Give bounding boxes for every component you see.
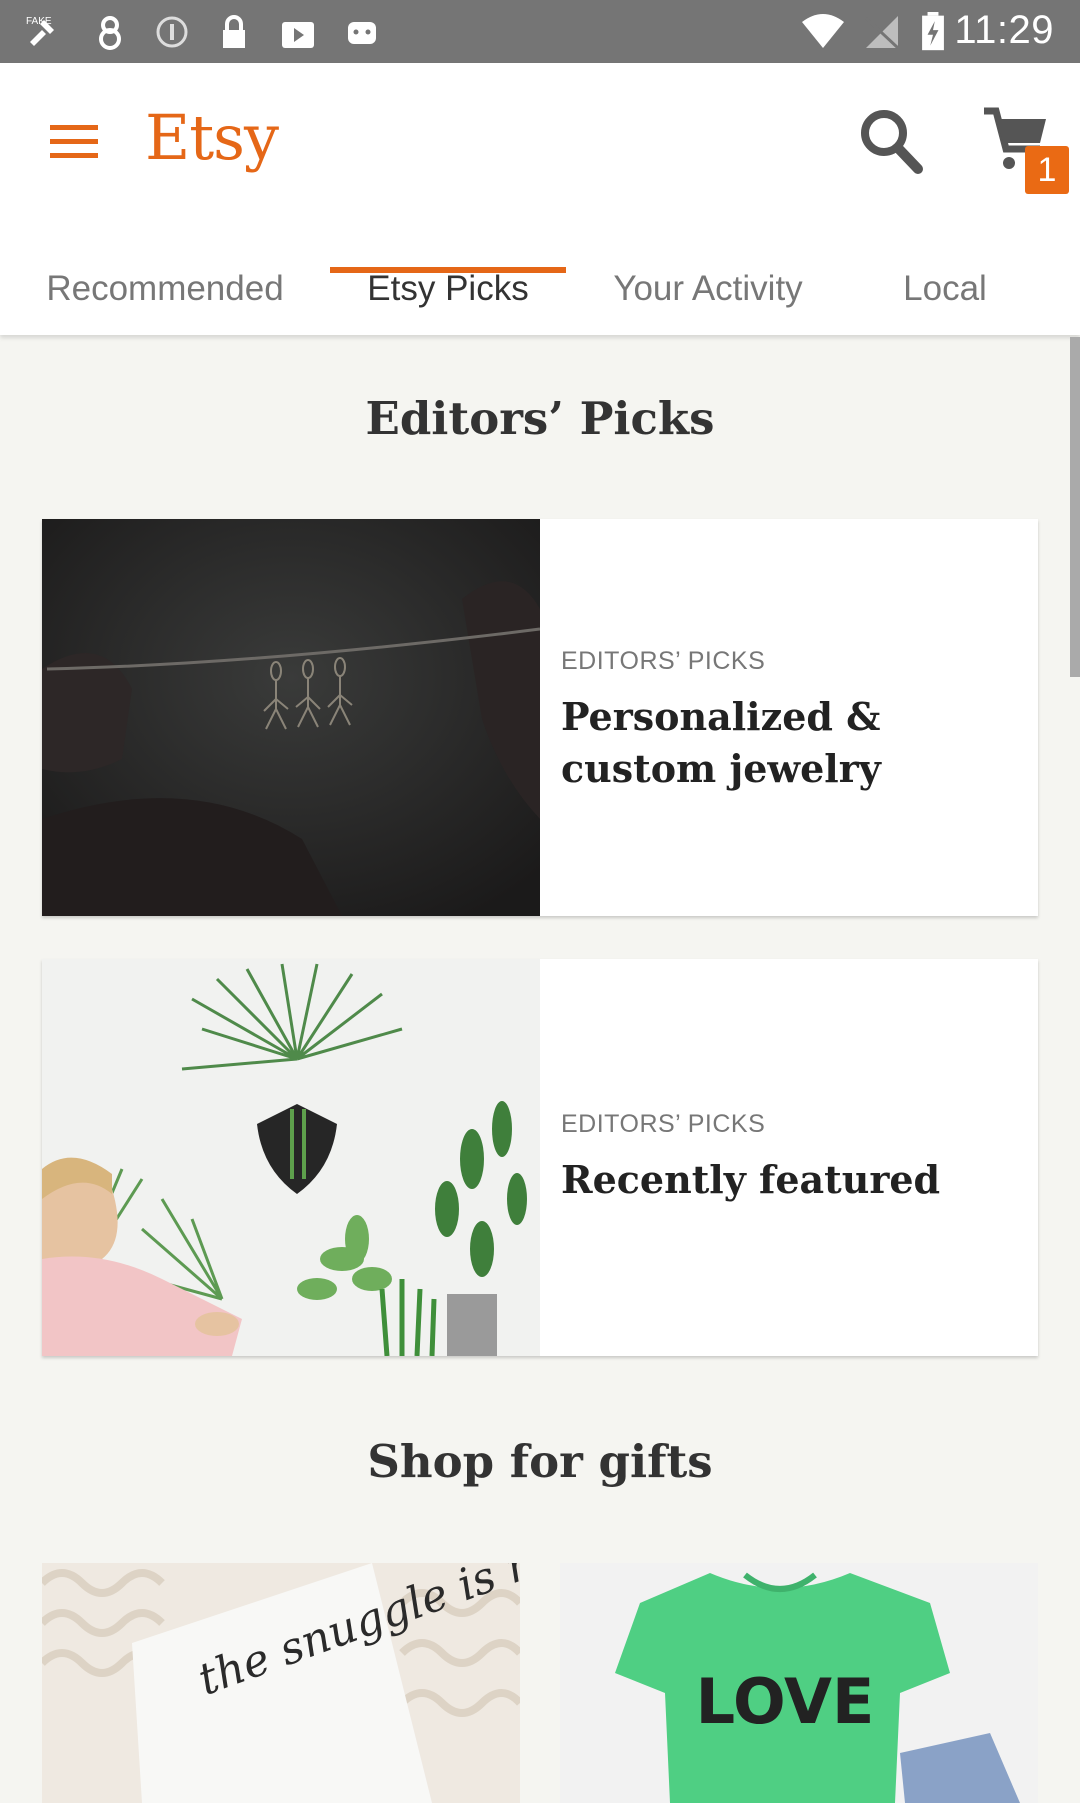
card-title: Recently featured (561, 1157, 941, 1202)
gift-tile-pillow[interactable]: the snuggle is real (42, 1563, 520, 1803)
card-eyebrow: EDITORS’ PICKS (561, 1110, 766, 1138)
tab-local[interactable]: Local (860, 238, 1030, 335)
gift-tile-tshirt[interactable]: LOVE (560, 1563, 1038, 1803)
battery-charging-icon (922, 12, 944, 51)
section-title-editors-picks: Editors’ Picks (365, 392, 715, 445)
section-title-shop-for-gifts: Shop for gifts (367, 1435, 713, 1488)
tshirt-image-text: LOVE (696, 1665, 875, 1738)
search-icon[interactable] (856, 103, 926, 175)
menu-icon[interactable] (46, 115, 102, 167)
pick-card-recently-featured[interactable]: EDITORS’ PICKS Recently featured (42, 959, 1038, 1356)
tab-your-activity[interactable]: Your Activity (586, 238, 830, 335)
no-signal-icon (864, 16, 900, 50)
etsy-logo[interactable]: Etsy (145, 101, 279, 174)
card-title: Personalized & custom jewelry (561, 694, 881, 791)
pillow-photo: the snuggle is real (42, 1563, 520, 1803)
status-bar: FAKE 11:29 (0, 0, 1080, 63)
play-store-icon (282, 22, 314, 48)
tab-etsy-picks[interactable]: Etsy Picks (330, 238, 566, 335)
tab-bar: Recommended Etsy Picks Your Activity Loc… (0, 238, 1080, 335)
info-circle-icon (156, 16, 188, 48)
number-8-icon (99, 16, 121, 50)
status-time: 11:29 (954, 8, 1054, 52)
svg-text:FAKE: FAKE (26, 16, 52, 27)
jewelry-photo (42, 519, 540, 916)
scrollbar[interactable] (1070, 337, 1080, 677)
cart-count-badge: 1 (1025, 146, 1069, 194)
android-icon (348, 22, 376, 44)
card-eyebrow: EDITORS’ PICKS (561, 647, 766, 675)
wifi-icon (802, 14, 844, 48)
lock-icon (223, 15, 245, 48)
plants-photo (42, 959, 540, 1356)
fake-gps-icon: FAKE (26, 16, 54, 46)
tab-recommended[interactable]: Recommended (22, 238, 308, 335)
pick-card-jewelry[interactable]: EDITORS’ PICKS Personalized & custom jew… (42, 519, 1038, 916)
tshirt-photo: LOVE (560, 1563, 1038, 1803)
app-bar: Etsy 1 Recommended Etsy Picks Your Activ… (0, 63, 1080, 335)
active-tab-indicator (330, 267, 566, 273)
